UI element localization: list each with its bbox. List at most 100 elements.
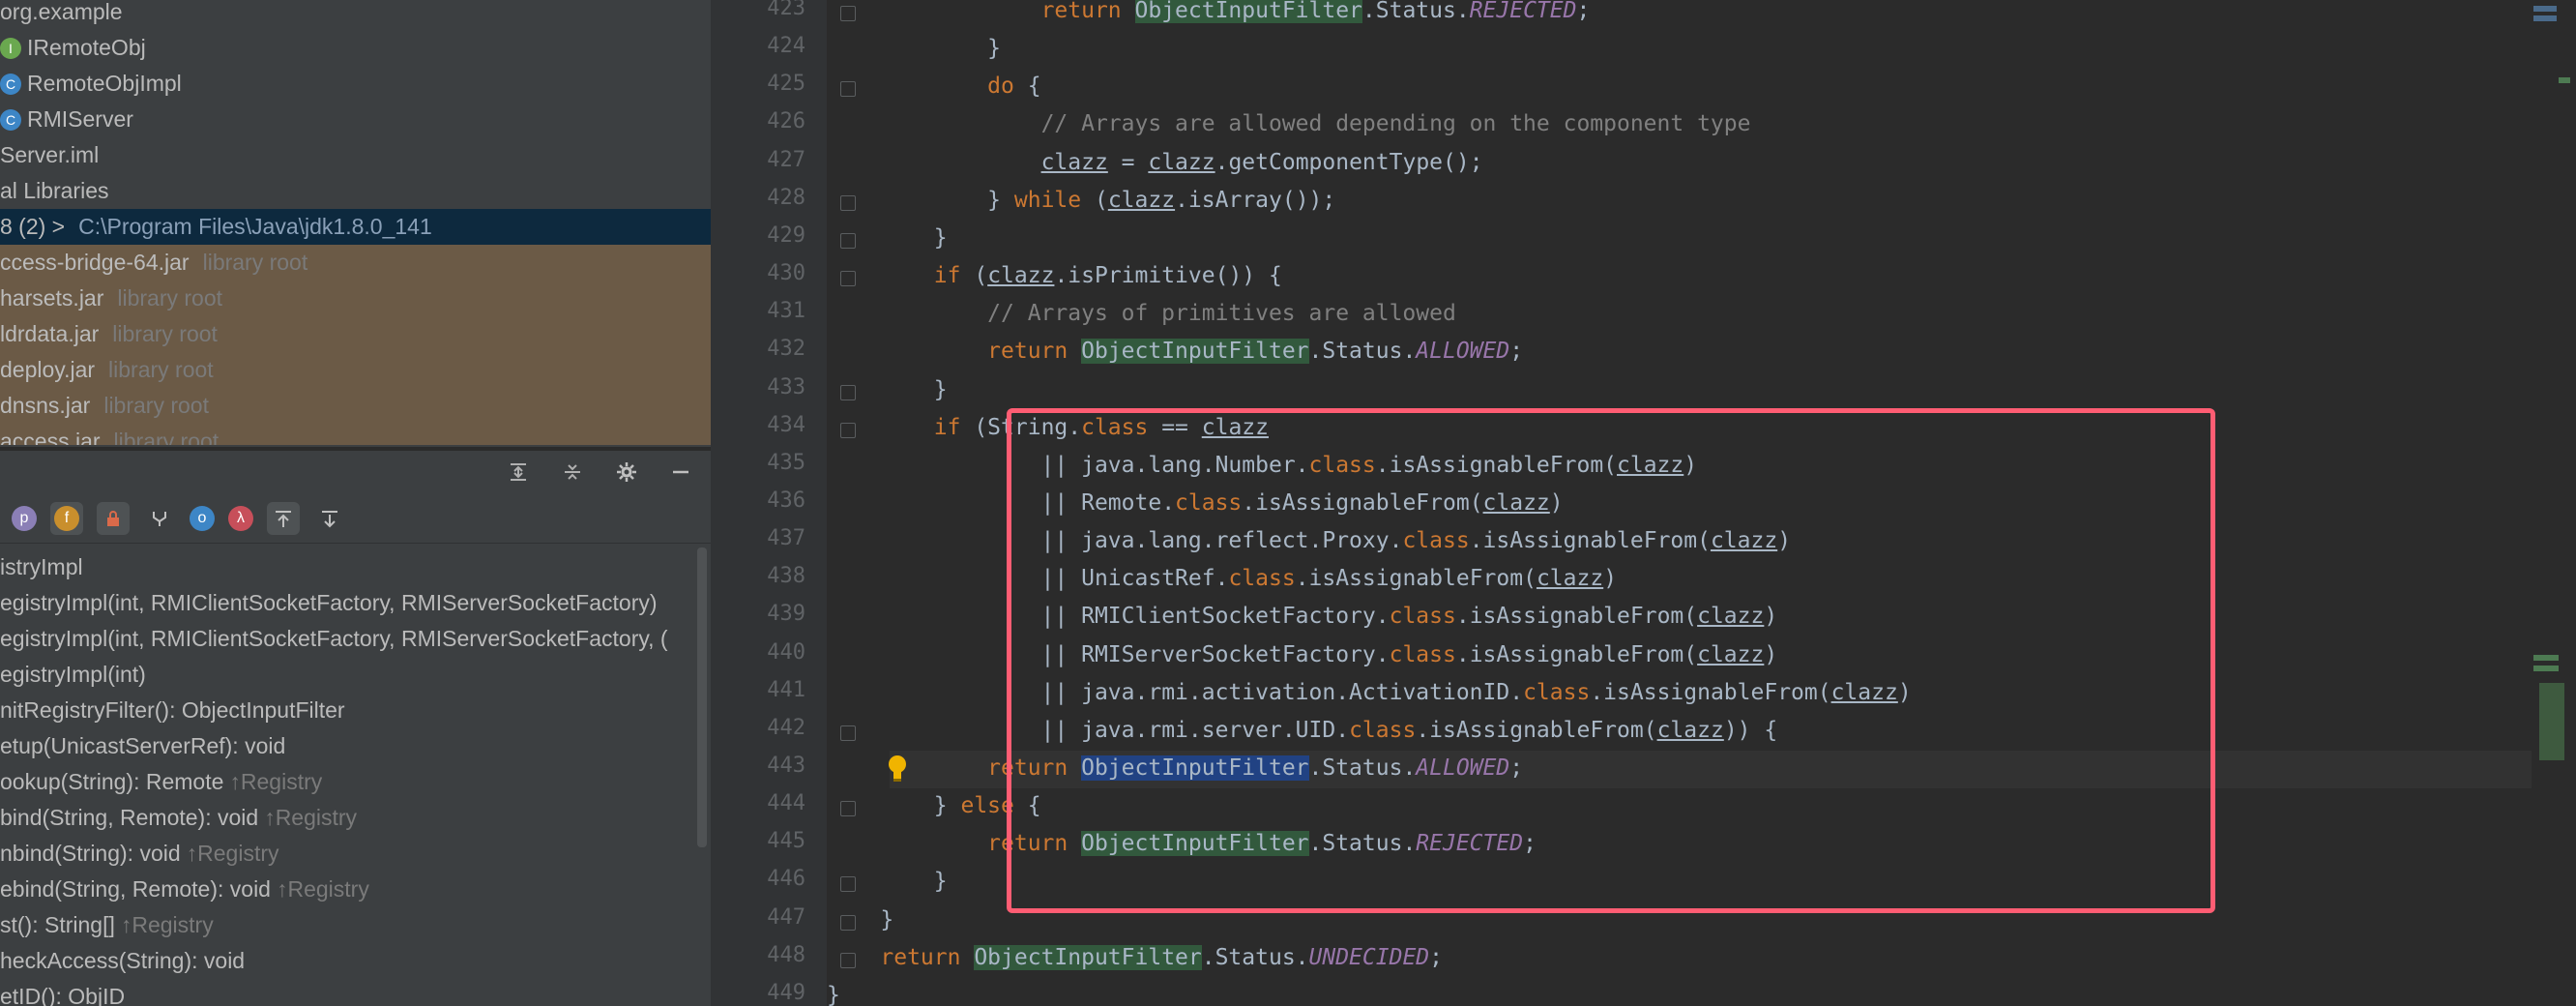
line-number: 427: [767, 147, 805, 172]
line-number: 432: [767, 337, 805, 362]
line-number: 433: [767, 374, 805, 399]
structure-item[interactable]: bind(String, Remote): void ↑Registry: [0, 800, 357, 836]
tree-item[interactable]: 8 (2) > C:\Program Files\Java\jdk1.8.0_14…: [0, 209, 711, 245]
code-line[interactable]: do {: [827, 68, 2567, 105]
tree-item-label: org.example: [0, 0, 123, 24]
ide-window: org.example I IRemoteObj C RemoteObjImpl C RMI…: [0, 0, 2576, 1006]
structure-item[interactable]: ebind(String, Remote): void ↑Registry: [0, 872, 369, 907]
line-number: 435: [767, 450, 805, 475]
line-number: 448: [767, 942, 805, 967]
tree-item-extra: library root: [202, 250, 308, 275]
code-line[interactable]: }: [827, 371, 2567, 409]
structure-scrollbar[interactable]: [697, 547, 707, 847]
code-line[interactable]: }: [827, 977, 2567, 1006]
code-line[interactable]: clazz = clazz.getComponentType();: [827, 144, 2567, 182]
structure-item-inherited: ↑Registry: [229, 769, 323, 794]
structure-item[interactable]: istryImpl: [0, 549, 83, 585]
structure-toolbar: [0, 451, 711, 493]
stripe-mark[interactable]: [2539, 683, 2564, 760]
tree-item[interactable]: org.example: [0, 0, 123, 30]
property-filter-icon[interactable]: p: [12, 505, 37, 531]
inherited-filter-icon[interactable]: [143, 502, 176, 535]
project-tree: org.example I IRemoteObj C RemoteObjImpl C RMI…: [0, 0, 711, 445]
stripe-mark[interactable]: [2533, 6, 2557, 12]
line-number: 423: [767, 0, 805, 20]
line-number: 434: [767, 412, 805, 437]
stripe-mark[interactable]: [2533, 666, 2559, 671]
lightbulb-icon[interactable]: [887, 754, 908, 783]
tree-item-label: dnsns.jar: [0, 393, 91, 418]
structure-item-inherited: ↑Registry: [186, 841, 279, 866]
line-number: 424: [767, 34, 805, 59]
tree-item-label: harsets.jar: [0, 285, 104, 311]
tree-item-extra: library root: [112, 321, 218, 346]
tree-item[interactable]: deploy.jar library root: [0, 352, 711, 388]
structure-item[interactable]: ookup(String): Remote ↑Registry: [0, 764, 322, 800]
tree-item-label: ccess-bridge-64.jar: [0, 250, 190, 275]
expand-all-icon[interactable]: [502, 456, 535, 488]
tree-item[interactable]: C RMIServer: [0, 102, 133, 137]
structure-item[interactable]: egistryImpl(int, RMIClientSocketFactory,…: [0, 585, 658, 621]
tree-item[interactable]: harsets.jar library root: [0, 281, 711, 316]
line-number: 441: [767, 677, 805, 702]
line-number: 428: [767, 185, 805, 210]
code-line[interactable]: return ObjectInputFilter.Status.ALLOWED;: [827, 333, 2567, 370]
navigate-icon[interactable]: [267, 501, 300, 535]
tree-item-label: access.jar: [0, 429, 101, 445]
tree-item[interactable]: al Libraries: [0, 173, 109, 209]
line-number: 446: [767, 867, 805, 892]
code-line[interactable]: return ObjectInputFilter.Status.UNDECIDE…: [827, 939, 2567, 977]
error-stripe[interactable]: [2532, 0, 2576, 1006]
structure-item[interactable]: nbind(String): void ↑Registry: [0, 836, 279, 872]
tree-item-extra: library root: [108, 357, 214, 382]
code-line[interactable]: }: [827, 220, 2567, 257]
lambda-filter-icon[interactable]: λ: [228, 505, 253, 531]
line-number: 445: [767, 829, 805, 854]
minimize-icon[interactable]: [664, 456, 697, 488]
structure-item[interactable]: egistryImpl(int, RMIClientSocketFactory,…: [0, 621, 668, 657]
code-line[interactable]: // Arrays of primitives are allowed: [827, 295, 2567, 333]
tree-item-label: al Libraries: [0, 178, 109, 203]
stripe-mark[interactable]: [2559, 77, 2570, 83]
lock-filter-icon[interactable]: [97, 501, 130, 535]
structure-filter-toolbar: p f o λ: [0, 493, 711, 544]
structure-item-label: istryImpl: [0, 554, 83, 579]
line-number: 443: [767, 754, 805, 778]
line-number: 437: [767, 526, 805, 551]
code-line[interactable]: }: [827, 30, 2567, 68]
tree-item[interactable]: ccess-bridge-64.jar library root: [0, 245, 711, 281]
structure-item[interactable]: egistryImpl(int): [0, 657, 146, 693]
code-line[interactable]: // Arrays are allowed depending on the c…: [827, 105, 2567, 143]
structure-item[interactable]: nitRegistryFilter(): ObjectInputFilter: [0, 693, 345, 728]
gear-icon[interactable]: [610, 456, 643, 488]
structure-item[interactable]: heckAccess(String): void: [0, 943, 245, 979]
stripe-mark[interactable]: [2533, 15, 2557, 21]
structure-item-inherited: ↑Registry: [120, 912, 214, 937]
class-icon: C: [0, 108, 21, 131]
tree-item-label: ldrdata.jar: [0, 321, 100, 346]
code-line[interactable]: return ObjectInputFilter.Status.REJECTED…: [827, 0, 2567, 30]
tree-item[interactable]: access.jar library root: [0, 424, 711, 445]
tree-item[interactable]: Server.iml: [0, 137, 99, 173]
left-tool-panel: org.example I IRemoteObj C RemoteObjImpl C RMI…: [0, 0, 711, 1006]
code-line[interactable]: if (clazz.isPrimitive()) {: [827, 257, 2567, 295]
structure-item-label: bind(String, Remote): void: [0, 805, 259, 830]
structure-list: istryImpl egistryImpl(int, RMIClientSocke…: [0, 546, 711, 1006]
tree-item[interactable]: C RemoteObjImpl: [0, 66, 182, 102]
tree-item[interactable]: dnsns.jar library root: [0, 388, 711, 424]
tree-item[interactable]: ldrdata.jar library root: [0, 316, 711, 352]
tree-item[interactable]: I IRemoteObj: [0, 30, 146, 66]
anonymous-filter-icon[interactable]: o: [190, 505, 215, 531]
line-number: 426: [767, 109, 805, 134]
structure-item[interactable]: st(): String[] ↑Registry: [0, 907, 214, 943]
code-line[interactable]: } while (clazz.isArray());: [827, 182, 2567, 220]
structure-item[interactable]: etup(UnicastServerRef): void: [0, 728, 285, 764]
autoscroll-icon[interactable]: [313, 502, 346, 535]
collapse-all-icon[interactable]: [556, 456, 589, 488]
stripe-mark[interactable]: [2533, 655, 2559, 661]
field-filter-icon[interactable]: f: [50, 501, 83, 535]
interface-icon: I: [0, 37, 21, 59]
structure-item-label: st(): String[]: [0, 912, 115, 937]
line-number: 438: [767, 564, 805, 589]
structure-item[interactable]: etID(): ObjID: [0, 979, 125, 1006]
